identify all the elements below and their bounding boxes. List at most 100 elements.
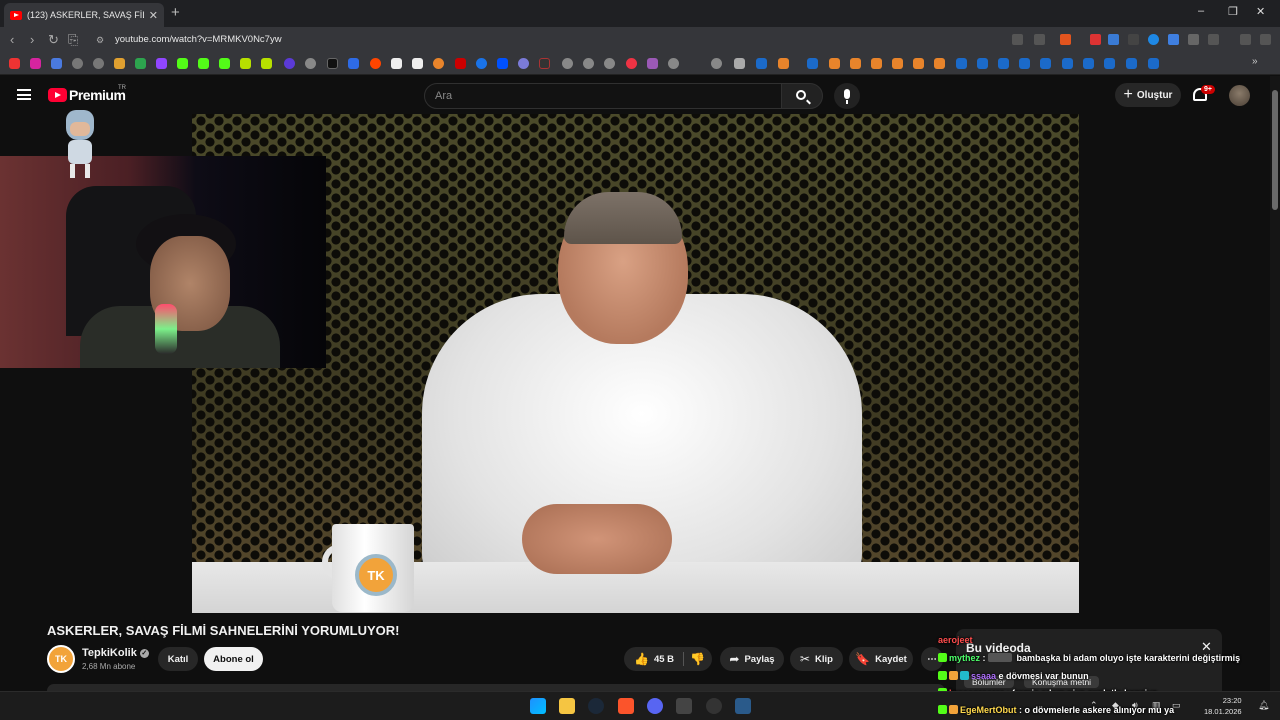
reddit-icon[interactable] (370, 58, 381, 69)
x-icon[interactable] (327, 58, 338, 69)
hamburger-menu-icon[interactable] (17, 89, 31, 100)
create-button[interactable]: + Oluştur (1115, 83, 1181, 107)
bookmark-icon[interactable] (562, 58, 573, 69)
bookmark-icon[interactable] (871, 58, 882, 69)
more-bookmarks-icon[interactable]: » (1252, 56, 1258, 67)
cast-icon[interactable] (1012, 34, 1023, 45)
channel-name-text[interactable]: TepkiKolik (82, 647, 137, 659)
account-avatar[interactable] (1229, 85, 1250, 106)
bookmark-icon[interactable] (604, 58, 615, 69)
folder-icon[interactable] (734, 58, 745, 69)
bookmark-icon[interactable] (93, 58, 104, 69)
brave-browser-icon[interactable] (618, 698, 634, 714)
bookmark-icon[interactable] (583, 58, 594, 69)
steam-icon[interactable] (1083, 58, 1094, 69)
bookmark-icon[interactable] (455, 58, 466, 69)
channel-avatar[interactable]: TK (47, 645, 75, 673)
bookmark-icon[interactable] (518, 58, 529, 69)
bookmark-icon[interactable] (892, 58, 903, 69)
obs-icon[interactable] (706, 698, 722, 714)
forward-icon[interactable]: › (30, 32, 34, 47)
reload-icon[interactable]: ↻ (48, 32, 59, 48)
steam-icon[interactable] (1040, 58, 1051, 69)
close-window-button[interactable]: ✕ (1256, 5, 1265, 18)
steam-icon[interactable] (807, 58, 818, 69)
extension-icon[interactable] (1090, 34, 1101, 45)
bookmark-icon[interactable] (284, 58, 295, 69)
bookmark-icon[interactable] (240, 58, 251, 69)
steam-icon[interactable] (1148, 58, 1159, 69)
description-box[interactable] (47, 684, 945, 691)
bookmark-icon[interactable] (913, 58, 924, 69)
steam-icon[interactable] (1019, 58, 1030, 69)
search-button[interactable] (781, 83, 823, 109)
gmail-icon[interactable] (114, 58, 125, 69)
sidebar-icon[interactable] (1208, 34, 1219, 45)
bookmark-icon[interactable] (497, 58, 508, 69)
search-input[interactable]: Ara (424, 83, 782, 109)
bookmark-icon[interactable] (9, 58, 20, 69)
extension-icon[interactable] (1148, 34, 1159, 45)
bookmark-icon[interactable] (391, 58, 402, 69)
file-explorer-icon[interactable] (559, 698, 575, 714)
app-icon[interactable] (676, 698, 692, 714)
bookmark-icon[interactable] (626, 58, 637, 69)
extensions-puzzle-icon[interactable] (1188, 34, 1199, 45)
menu-icon[interactable] (1260, 34, 1271, 45)
start-menu-icon[interactable] (530, 698, 546, 714)
bookmark-icon[interactable] (433, 58, 444, 69)
bookmark-icon[interactable] (711, 58, 722, 69)
voice-search-icon[interactable] (834, 83, 860, 109)
url-field[interactable]: youtube.com/watch?v=MRMKV0Nc7yw (115, 34, 282, 45)
bookmark-icon[interactable] (829, 58, 840, 69)
channel-name[interactable]: TepkiKolik ✓ (82, 647, 149, 659)
new-tab-button[interactable]: + (171, 4, 180, 21)
extension-icon[interactable] (1168, 34, 1179, 45)
system-clock[interactable]: 23:20 18.01.2026 (1204, 695, 1242, 717)
bookmark-icon[interactable] (647, 58, 658, 69)
subscribe-button[interactable]: Abone ol (204, 647, 263, 671)
save-button[interactable]: 🔖 Kaydet (849, 647, 913, 671)
kick-icon[interactable] (198, 58, 209, 69)
bookmark-icon[interactable] (305, 58, 316, 69)
bookmark-icon[interactable]: ⎘ (68, 32, 78, 48)
notification-center-icon[interactable]: 🔔︎ (1258, 700, 1269, 711)
extension-icon[interactable] (1128, 34, 1139, 45)
drive-icon[interactable] (135, 58, 146, 69)
steam-icon[interactable] (1104, 58, 1115, 69)
like-icon[interactable]: 👍 (634, 652, 649, 666)
youtube-logo-icon[interactable] (48, 88, 67, 102)
logo-text[interactable]: Premium (69, 87, 126, 103)
bookmark-icon[interactable] (476, 58, 487, 69)
bookmark-icon[interactable] (261, 58, 272, 69)
steam-icon[interactable] (1062, 58, 1073, 69)
dislike-icon[interactable]: 👎 (690, 652, 705, 666)
instagram-icon[interactable] (30, 58, 41, 69)
steam-icon[interactable] (1126, 58, 1137, 69)
kick-icon[interactable] (177, 58, 188, 69)
back-icon[interactable]: ‹ (10, 32, 14, 47)
extension-icon[interactable] (1108, 34, 1119, 45)
discord-icon[interactable] (647, 698, 663, 714)
twitch-icon[interactable] (156, 58, 167, 69)
kick-icon[interactable] (219, 58, 230, 69)
bookmark-icon[interactable] (668, 58, 679, 69)
bookmark-icon[interactable] (539, 58, 550, 69)
bookmark-icon[interactable] (850, 58, 861, 69)
share-button[interactable]: ➦ Paylaş (720, 647, 784, 671)
page-scrollbar[interactable] (1270, 76, 1280, 691)
bookmark-icon[interactable] (348, 58, 359, 69)
bookmark-icon[interactable] (412, 58, 423, 69)
bookmark-icon[interactable] (934, 58, 945, 69)
minimize-button[interactable]: – (1198, 5, 1204, 17)
bookmark-icon[interactable] (778, 58, 789, 69)
steam-icon[interactable] (977, 58, 988, 69)
share-page-icon[interactable] (1034, 34, 1045, 45)
steam-icon[interactable] (998, 58, 1009, 69)
brave-shield-icon[interactable] (1060, 34, 1071, 45)
bookmark-icon[interactable] (51, 58, 62, 69)
clip-button[interactable]: ✂ Klip (790, 647, 843, 671)
like-count[interactable]: 45 B (654, 654, 674, 665)
restore-button[interactable]: ❐ (1228, 5, 1238, 18)
steam-icon[interactable] (588, 698, 604, 714)
